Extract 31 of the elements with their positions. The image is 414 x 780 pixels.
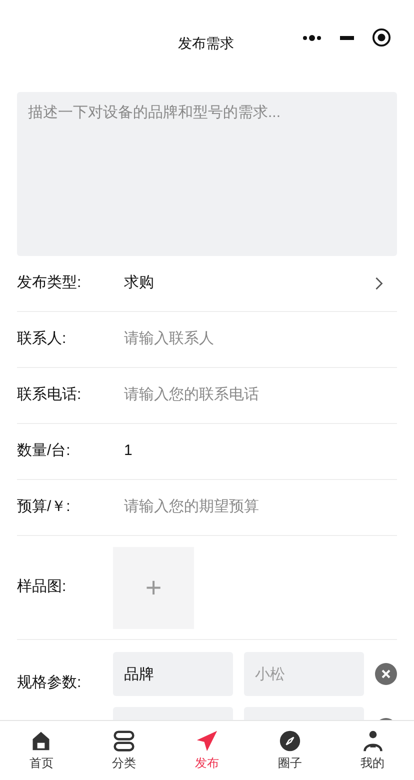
- tab-item[interactable]: 我的: [331, 721, 414, 780]
- tab-item[interactable]: 圈子: [248, 721, 332, 780]
- close-target-icon[interactable]: [372, 28, 391, 47]
- spec-value-field[interactable]: 小松: [244, 652, 364, 696]
- person-icon: [362, 730, 384, 752]
- field-label: 规格参数:: [17, 673, 82, 693]
- text-field[interactable]: 1: [124, 440, 397, 463]
- text-field[interactable]: 请输入您的期望预算: [124, 496, 397, 519]
- text-field[interactable]: 请输入您的联系电话: [124, 384, 397, 407]
- remove-icon[interactable]: [375, 663, 397, 685]
- chevron-right-icon: [375, 277, 383, 290]
- field-label: 数量/台:: [17, 441, 72, 462]
- compass-icon: [278, 730, 301, 752]
- field-label: 发布类型:: [17, 273, 82, 294]
- field-label: 预算/￥:: [17, 497, 72, 518]
- paper-plane-icon: [196, 730, 218, 752]
- window-title: 发布需求: [178, 34, 234, 53]
- field-label: 联系电话:: [17, 385, 82, 406]
- text-field[interactable]: 请输入联系人: [124, 328, 397, 351]
- tab-item[interactable]: 分类: [82, 721, 166, 780]
- category-icon: [113, 730, 136, 752]
- more-icon[interactable]: [302, 34, 322, 40]
- type-picker[interactable]: 求购: [124, 272, 397, 295]
- field-label: 样品图:: [17, 577, 68, 598]
- tab-item[interactable]: 发布: [166, 721, 248, 780]
- description-field[interactable]: 描述一下对设备的品牌和型号的需求...: [17, 92, 397, 256]
- home-icon: [30, 730, 52, 752]
- minimize-icon[interactable]: [340, 36, 354, 40]
- tab-item[interactable]: 首页: [0, 721, 83, 780]
- field-label: 联系人:: [17, 329, 68, 350]
- spec-name-field[interactable]: 品牌: [113, 652, 233, 696]
